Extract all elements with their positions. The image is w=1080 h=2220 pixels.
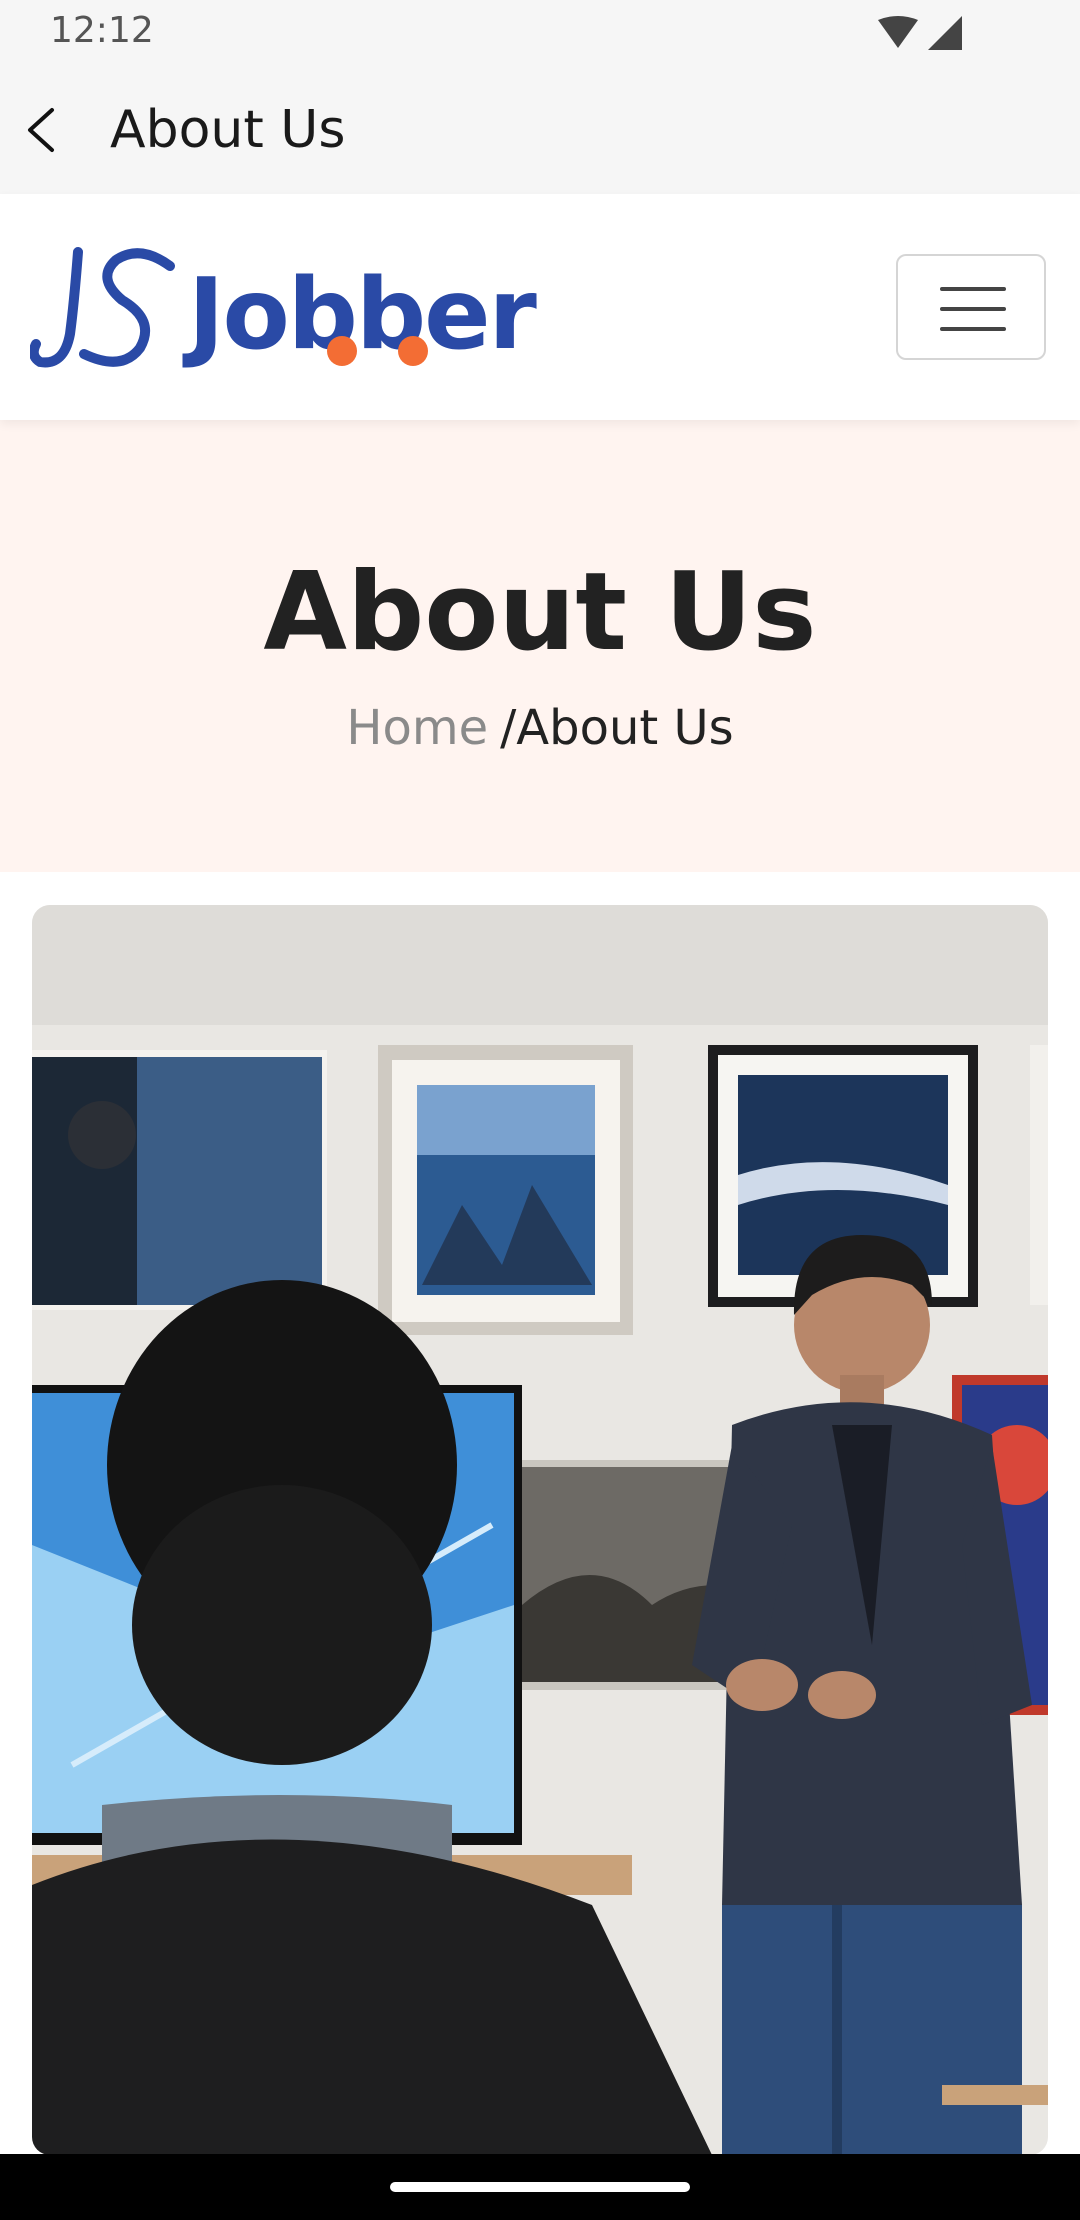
hamburger-menu-button[interactable] <box>896 254 1046 360</box>
brand-name: Jobber <box>188 258 537 372</box>
breadcrumb-current: About Us <box>516 700 734 756</box>
home-gesture-handle[interactable] <box>390 2182 690 2192</box>
page-title: About Us <box>263 550 817 675</box>
breadcrumb-separator: / <box>500 700 517 756</box>
status-time: 12:12 <box>50 10 154 51</box>
cellular-signal-icon <box>928 16 962 50</box>
jobber-logo[interactable]: Jobber <box>30 244 550 374</box>
hamburger-menu-icon <box>940 287 1006 291</box>
logo-dot-orange <box>327 336 357 366</box>
wifi-icon <box>878 16 918 48</box>
jobber-logo-icon <box>30 247 175 368</box>
logo-dot-orange-2 <box>398 336 428 366</box>
site-header: Jobber <box>0 194 1080 420</box>
page-hero: About Us Home/About Us <box>0 420 1080 872</box>
breadcrumb: Home/About Us <box>0 700 1080 756</box>
breadcrumb-home-link[interactable]: Home <box>346 700 488 756</box>
app-bar-title: About Us <box>110 100 346 160</box>
system-nav-bar <box>0 2154 1080 2220</box>
status-bar: 12:12 <box>0 0 1080 66</box>
app-bar: About Us <box>0 66 1080 194</box>
status-icons <box>878 16 962 50</box>
about-us-photo <box>32 905 1048 2155</box>
presentation-gallery-photo <box>32 905 1048 2155</box>
back-arrow-icon[interactable] <box>14 100 74 160</box>
